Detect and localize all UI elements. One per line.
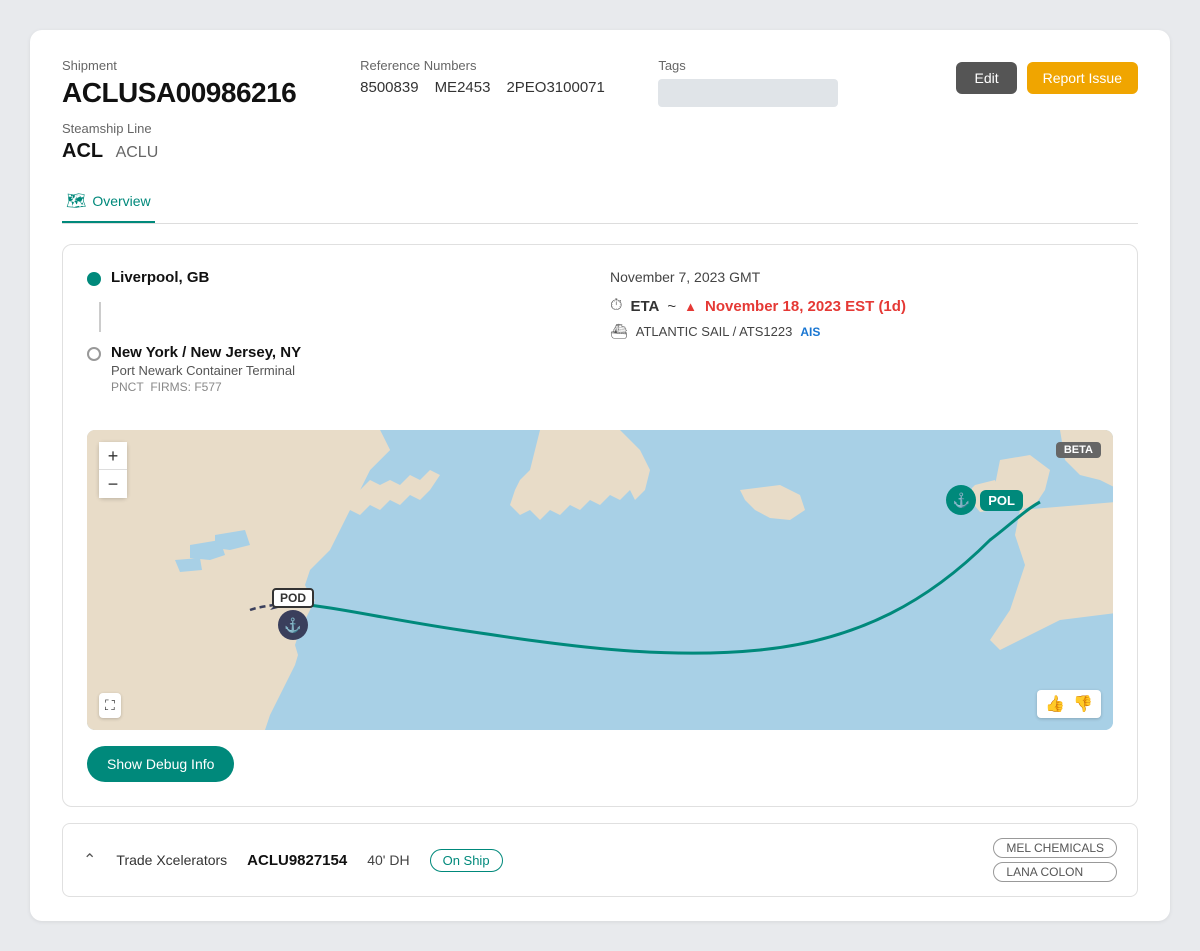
ref-number-2: ME2453 [435,79,491,96]
thumbs-up-button[interactable]: 👍 [1045,694,1065,714]
edit-button[interactable]: Edit [956,62,1016,94]
cargo-status-badge: On Ship [430,849,503,872]
route-left: Liverpool, GB New York / New Jerse [87,269,590,410]
pol-anchor-icon: ⚓ [946,485,976,515]
clock-icon: ⏱ [610,297,622,315]
ais-badge: AIS [800,325,820,339]
cargo-tag-2: LANA COLON [993,862,1117,882]
fullscreen-icon: ⛶ [105,697,115,713]
cargo-container-type: 40' DH [367,852,409,868]
steamship-code: ACLU [116,144,159,161]
thumbs-down-button[interactable]: 👎 [1073,694,1093,714]
tab-overview[interactable]: 🗺 Overview [62,183,155,223]
destination-city: New York / New Jersey, NY [111,344,301,361]
pol-marker: ⚓ POL [946,485,1023,515]
zoom-in-button[interactable]: + [99,442,127,470]
ref-number-1: 8500839 [360,79,418,96]
zoom-out-button[interactable]: − [99,470,127,498]
map-feedback: 👍 👎 [1037,690,1101,718]
pod-marker: POD ⚓ [272,588,314,640]
cargo-container-id: ACLU9827154 [247,852,347,869]
steamship-name: ACL [62,140,103,162]
cargo-tag-1: MEL CHEMICALS [993,838,1117,858]
cargo-tags: MEL CHEMICALS LANA COLON [993,838,1117,882]
destination-dot [87,347,101,361]
fullscreen-button[interactable]: ⛶ [99,693,121,718]
eta-label: ETA [630,298,659,315]
beta-badge: BETA [1056,442,1101,458]
destination-codes: PNCT FIRMS: F577 [111,380,301,394]
expand-icon[interactable]: ⌃ [83,850,96,870]
map-container: + − ⛶ BETA POD ⚓ ⚓ POL [87,430,1113,730]
steamship-label: Steamship Line [62,121,340,136]
vessel-name: ATLANTIC SAIL / ATS1223 [636,324,793,339]
eta-date: November 18, 2023 EST (1d) [705,298,906,315]
tags-input[interactable] [658,79,838,107]
route-line [99,302,101,332]
overview-icon: 🗺 [66,191,86,211]
route-right: November 7, 2023 GMT ⏱ ETA ~ ▲ November … [610,269,1113,410]
pod-label: POD [272,588,314,608]
origin-date: November 7, 2023 GMT [610,269,1113,285]
tabs-bar: 🗺 Overview [62,183,1138,224]
map-zoom-controls: + − [99,442,127,498]
eta-arrow-icon: ▲ [684,299,697,314]
report-issue-button[interactable]: Report Issue [1027,62,1138,94]
origin-city: Liverpool, GB [111,269,209,286]
vessel-icon: ⛴ [610,323,628,340]
origin-dot [87,272,101,286]
destination-terminal: Port Newark Container Terminal [111,363,301,378]
pol-label: POL [980,490,1023,511]
tab-overview-label: Overview [92,193,150,209]
eta-tilde: ~ [667,298,676,315]
cargo-company: Trade Xcelerators [116,852,227,868]
debug-button[interactable]: Show Debug Info [87,746,234,782]
ref-number-3: 2PEO3100071 [506,79,604,96]
pod-anchor-icon: ⚓ [278,610,308,640]
shipment-label: Shipment [62,58,340,73]
shipment-id: ACLUSA00986216 [62,77,340,109]
reference-label: Reference Numbers [360,58,638,73]
shipment-content-card: Liverpool, GB New York / New Jerse [62,244,1138,807]
cargo-row: ⌃ Trade Xcelerators ACLU9827154 40' DH O… [62,823,1138,897]
tags-label: Tags [658,58,936,73]
